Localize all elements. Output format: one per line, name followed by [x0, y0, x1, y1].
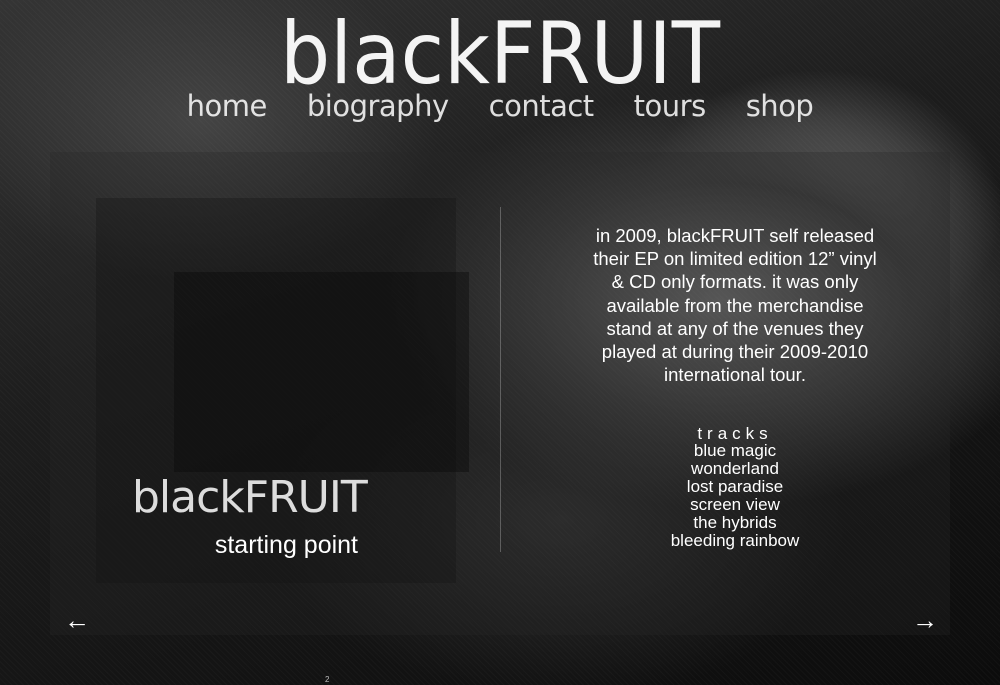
arrow-right-icon[interactable]: →: [910, 607, 940, 633]
album-artist: blackFRUIT: [132, 472, 368, 523]
track-item: bleeding rainbow: [670, 531, 800, 550]
track-item: lost paradise: [686, 477, 784, 496]
nav-contact-link[interactable]: contact: [489, 86, 595, 126]
nav-tours-link[interactable]: tours: [634, 86, 707, 126]
track-item: screen view: [690, 495, 780, 514]
track-item: the hybrids: [693, 513, 777, 532]
arrow-left-icon[interactable]: ←: [62, 607, 92, 633]
album-title: starting point: [214, 531, 358, 559]
release-panel: blackFRUIT starting point in 2009, black…: [50, 152, 950, 635]
release-description: in 2009, blackFRUIT self released their …: [593, 225, 877, 386]
panel-divider: [500, 207, 501, 552]
nav-shop-link[interactable]: shop: [746, 86, 814, 126]
site-header: blackFRUIT home biography contact tours …: [0, 0, 1000, 140]
nav-biography-link[interactable]: biography: [307, 86, 449, 126]
album-cover-frame: [96, 198, 469, 583]
nav-home-link[interactable]: home: [187, 86, 268, 126]
main-nav: home biography contact tours shop: [0, 86, 1000, 126]
track-list: blue magic wonderland lost paradise scre…: [585, 442, 885, 550]
track-item: blue magic: [693, 441, 777, 460]
album-cover-shade: [174, 272, 469, 472]
page-marker: 2: [325, 675, 330, 684]
track-item: wonderland: [691, 459, 779, 478]
